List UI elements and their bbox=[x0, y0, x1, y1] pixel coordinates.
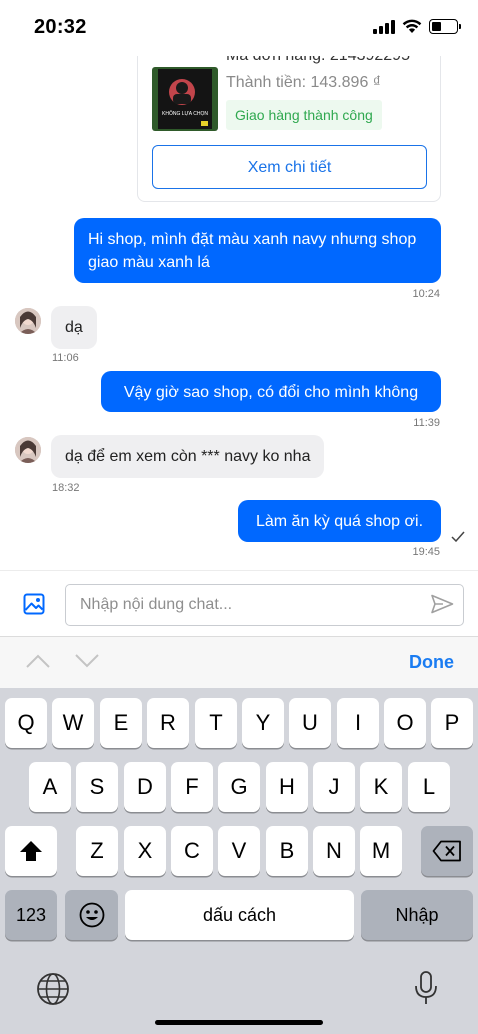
keyboard: Q W E R T Y U I O P A S D F G H J K L Z … bbox=[0, 688, 478, 1034]
message-bubble-outgoing[interactable]: Hi shop, mình đặt màu xanh navy nhưng sh… bbox=[74, 218, 441, 283]
shift-key[interactable] bbox=[5, 826, 57, 876]
status-time: 20:32 bbox=[34, 16, 87, 38]
key-e[interactable]: E bbox=[100, 698, 142, 748]
key-g[interactable]: G bbox=[218, 762, 260, 812]
key-x[interactable]: X bbox=[124, 826, 166, 876]
view-detail-button[interactable]: Xem chi tiết bbox=[152, 145, 427, 189]
key-n[interactable]: N bbox=[313, 826, 355, 876]
key-z[interactable]: Z bbox=[76, 826, 118, 876]
status-bar: 20:32 bbox=[0, 0, 478, 56]
key-k[interactable]: K bbox=[360, 762, 402, 812]
shift-icon bbox=[20, 841, 42, 861]
order-code: Mã đơn hàng: 214392295 bbox=[226, 56, 410, 65]
battery-icon bbox=[429, 19, 461, 34]
message-bubble-outgoing[interactable]: Làm ăn kỳ quá shop ơi. bbox=[238, 500, 441, 542]
key-w[interactable]: W bbox=[52, 698, 94, 748]
key-s[interactable]: S bbox=[76, 762, 118, 812]
message-bubble-outgoing[interactable]: Vậy giờ sao shop, có đổi cho mình không bbox=[101, 371, 441, 412]
done-button[interactable]: Done bbox=[409, 652, 454, 673]
message-time: 11:06 bbox=[52, 352, 79, 364]
shop-avatar[interactable] bbox=[15, 437, 41, 463]
key-q[interactable]: Q bbox=[5, 698, 47, 748]
key-h[interactable]: H bbox=[266, 762, 308, 812]
key-f[interactable]: F bbox=[171, 762, 213, 812]
key-u[interactable]: U bbox=[289, 698, 331, 748]
message-time: 18:32 bbox=[52, 482, 80, 494]
emoji-key[interactable] bbox=[65, 890, 118, 940]
message-time: 19:45 bbox=[412, 546, 440, 558]
key-b[interactable]: B bbox=[266, 826, 308, 876]
check-icon bbox=[451, 531, 465, 542]
wifi-icon bbox=[402, 19, 422, 33]
message-bubble-incoming[interactable]: dạ để em xem còn *** navy ko nha bbox=[51, 435, 325, 478]
key-l[interactable]: L bbox=[408, 762, 450, 812]
emoji-icon bbox=[79, 902, 104, 928]
message-input[interactable] bbox=[65, 584, 464, 626]
globe-icon[interactable] bbox=[36, 972, 70, 1006]
chevron-down-icon[interactable] bbox=[75, 654, 99, 668]
order-card: KHÔNG LỰA CHỌN Mã đơn hàng: 214392295 Th… bbox=[137, 56, 441, 202]
send-icon[interactable] bbox=[430, 594, 454, 614]
key-a[interactable]: A bbox=[29, 762, 71, 812]
key-m[interactable]: M bbox=[360, 826, 402, 876]
order-status-badge: Giao hàng thành công bbox=[226, 100, 382, 130]
backspace-key[interactable] bbox=[421, 826, 473, 876]
chat-area[interactable]: KHÔNG LỰA CHỌN Mã đơn hàng: 214392295 Th… bbox=[0, 56, 478, 570]
key-o[interactable]: O bbox=[384, 698, 426, 748]
message-time: 10:24 bbox=[412, 288, 440, 300]
keyboard-toolbar: Done bbox=[0, 636, 478, 688]
key-i[interactable]: I bbox=[337, 698, 379, 748]
return-key[interactable]: Nhập bbox=[361, 890, 473, 940]
status-icons bbox=[373, 19, 461, 34]
key-c[interactable]: C bbox=[171, 826, 213, 876]
key-p[interactable]: P bbox=[431, 698, 473, 748]
product-thumbnail: KHÔNG LỰA CHỌN bbox=[152, 67, 218, 131]
chat-input-bar bbox=[0, 570, 478, 636]
key-r[interactable]: R bbox=[147, 698, 189, 748]
thumbnail-text: KHÔNG LỰA CHỌN bbox=[162, 110, 208, 117]
home-indicator bbox=[155, 1020, 323, 1025]
microphone-icon[interactable] bbox=[413, 970, 439, 1006]
key-j[interactable]: J bbox=[313, 762, 355, 812]
key-t[interactable]: T bbox=[195, 698, 237, 748]
key-d[interactable]: D bbox=[124, 762, 166, 812]
chevron-up-icon[interactable] bbox=[26, 654, 50, 668]
backspace-icon bbox=[432, 840, 461, 862]
signal-icon bbox=[373, 19, 395, 34]
key-v[interactable]: V bbox=[218, 826, 260, 876]
shop-avatar[interactable] bbox=[15, 308, 41, 334]
numbers-key[interactable]: 123 bbox=[5, 890, 57, 940]
space-key[interactable]: dấu cách bbox=[125, 890, 354, 940]
message-bubble-incoming[interactable]: dạ bbox=[51, 306, 97, 349]
order-total: Thành tiền: 143.896 ₫ bbox=[226, 74, 381, 91]
key-y[interactable]: Y bbox=[242, 698, 284, 748]
message-time: 11:39 bbox=[413, 417, 440, 429]
image-icon[interactable] bbox=[23, 593, 45, 615]
